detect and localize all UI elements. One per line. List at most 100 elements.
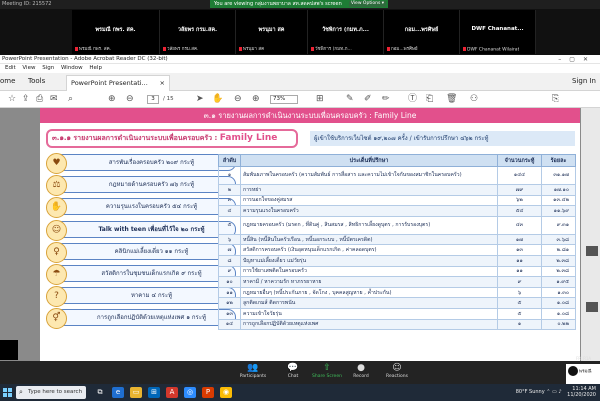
avatar [568,366,578,376]
view-options-button[interactable]: View Options ▾ [348,1,386,7]
banner-text: You are viewing กลุ่มงานพยาบาล สท.สดคปสพ… [214,1,342,7]
share-icon[interactable]: ⚇ [470,94,478,104]
acrobat-icon[interactable]: A [166,387,178,398]
topic-item: ☺ Talk with teen เพื่อนที่ไว้ใจ ๒๐ กระทู้ [46,219,236,241]
file-explorer-icon[interactable]: ▭ [130,387,142,398]
participant-tile[interactable]: DWF Chananat... DWF Chananat Wilairat [460,10,536,54]
star-icon[interactable]: ☆ [8,94,16,104]
share-link-icon[interactable]: ⎘ [552,94,559,104]
menu-sign[interactable]: Sign [42,65,54,71]
page-up-icon[interactable]: ⊕ [108,94,116,104]
menu-bar: Edit View Sign Window Help [0,64,600,73]
muted-mic-icon [311,46,314,51]
gender-icon: ⚥ [46,308,67,330]
sign-in-link[interactable]: Sign In [572,77,596,85]
chrome-icon[interactable]: ◉ [220,387,232,398]
tab-tools[interactable]: Tools [28,77,45,85]
col-header-order: ลำดับ [218,154,241,167]
muted-mic-icon [163,46,166,51]
tab-home[interactable]: ome [0,77,15,85]
menu-view[interactable]: View [22,65,35,71]
topic-item: ⚖ กฎหมายด้านครอบครัว ๗๖ กระทู้ [46,175,236,197]
mail-icon[interactable]: ✉ [50,94,58,104]
table-row: ๑๒ ลูกติดเกมส์ ติดการพนัน๕๑.๐๘ [218,297,576,309]
cell-percent: ๒.๘๑ [541,244,576,256]
zoom-app-icon[interactable]: ◎ [184,387,196,398]
table-header-row: ลำดับ ประเด็นที่ปรึกษา จำนวนกระทู้ ร้อยล… [218,154,576,167]
zoom-level-select[interactable]: 73% [270,95,298,104]
close-tab-icon[interactable]: × [160,76,165,90]
upload-icon[interactable]: ⇪ [22,94,30,104]
cell-count: ๑๑ [497,254,542,267]
menu-edit[interactable]: Edit [5,65,16,71]
print-icon[interactable]: ⎙ [36,94,43,104]
task-view-icon[interactable]: ⧉ [94,387,106,398]
cell-count: ๕ [497,297,542,309]
comment-icon[interactable]: ✎ [346,94,354,104]
muted-mic-icon [387,46,390,51]
reactions-button[interactable]: ☺ Reactions [372,362,422,379]
table-body: ๑สัมพันธภาพในครอบครัว (ความสัมพันธ์ การส… [218,166,576,331]
cell-percent: ๙.๓๑ [541,215,576,235]
edge-icon[interactable]: e [112,387,124,398]
search-people-icon: ? [46,286,67,308]
clock: 11:14 AM 11/20/2020 [567,385,596,398]
page-number-input[interactable]: 3 [147,95,159,104]
cell-order: ๗ [218,244,241,256]
select-cursor-icon[interactable]: ➤ [196,94,204,104]
tray-icons[interactable]: ⌃ ▭ ♪ [546,389,561,395]
zoom-out-icon[interactable]: ⊖ [234,94,242,104]
taskbar-search[interactable]: ⌕ Type here to search [16,386,86,399]
cell-count: ๑๔๔ [497,166,542,185]
cell-percent: ๑๗.๑๐ [541,184,576,196]
draw-icon[interactable]: ✏ [382,94,390,104]
cell-percent: ๑.๓๐ [541,286,576,299]
powerpoint-icon[interactable]: P [202,387,214,398]
windows-start-icon[interactable] [3,388,12,397]
fit-page-icon[interactable]: ⊞ [316,94,324,104]
single-mom-icon: ♀ [46,241,67,263]
cell-count: ๑๗ [497,233,542,246]
search-icon: ⌕ [19,388,23,396]
screen: Meeting ID: 215572 You are viewing กลุ่ม… [0,0,600,401]
table-row: ๓การนอกใจของคู่สมรส ๖๒ ๑๓.๔๒ [218,194,576,207]
teen-icon: ☺ [46,219,67,241]
participant-tile[interactable]: วัชพิการ (กมท.ภ... วัชพิการ (กมท.ภ... [308,10,384,54]
cell-topic: ลูกติดเกมส์ ติดการพนัน [240,297,498,309]
menu-help[interactable]: Help [89,65,102,71]
delete-icon[interactable]: 🗑 [446,94,457,104]
cell-count: ๑ [497,318,542,331]
participant-tile[interactable]: กอม...พรศิษย์ กอม...พรศิษย์ [384,10,460,54]
side-thumb[interactable] [586,246,598,256]
cell-percent: ๑.๐๘ [541,297,576,309]
participant-tile[interactable]: พรมณี กพร. สค. พรมณี กพร. สค. [72,10,160,54]
participant-tile[interactable]: วลัยพร กรม.สค. วลัยพร กรม.สค. [160,10,236,54]
zoom-in-icon[interactable]: ⊕ [252,94,260,104]
side-thumb[interactable] [586,302,598,312]
cell-count: ๙ [497,276,542,288]
topic-item: ⚥ การถูกเลือกปฏิบัติด้วยเหตุแห่งเพศ ๑ กระ… [46,308,236,330]
participant-tile[interactable]: พรนุมา สค พรนุมา สค [236,10,308,54]
participant-thumbnails: พรมณี กพร. สค. พรมณี กพร. สค. วลัยพร กรม… [0,9,600,55]
search-icon[interactable]: ⌕ [68,94,73,104]
text-icon[interactable]: Ⓣ [408,94,417,104]
system-tray: 80°F Sunny ⌃ ▭ ♪ 11:14 AM 11/20/2020 [516,384,596,401]
cell-topic: การนอกใจของคู่สมรส [240,194,498,207]
hand-tool-icon[interactable]: ✋ [212,94,223,104]
topic-item: ? หาคาม ๔ กระทู้ [46,286,236,308]
page-down-icon[interactable]: ⊖ [126,94,134,104]
table-row: ๖หนี้สิน (หนี้สินในครัวเรือน , หนี้นอกระ… [218,233,576,246]
stamp-icon[interactable]: ⎗ [426,94,433,104]
window-controls[interactable]: –▢✕ [558,55,596,64]
self-video-tile[interactable]: พรมณี [566,364,600,384]
menu-window[interactable]: Window [61,65,83,71]
cell-count: ๗๙ [497,184,542,196]
right-pane[interactable] [581,108,600,376]
cell-order: ๑ [218,166,241,185]
cell-order: ๙ [218,265,241,278]
highlight-icon[interactable]: ✐ [364,94,372,104]
store-icon[interactable]: ⊞ [148,387,160,398]
cell-count: ๖ [497,286,542,299]
tab-document[interactable]: PowerPoint Presentati... × [66,75,170,91]
cell-order: ๑๐ [218,276,241,288]
